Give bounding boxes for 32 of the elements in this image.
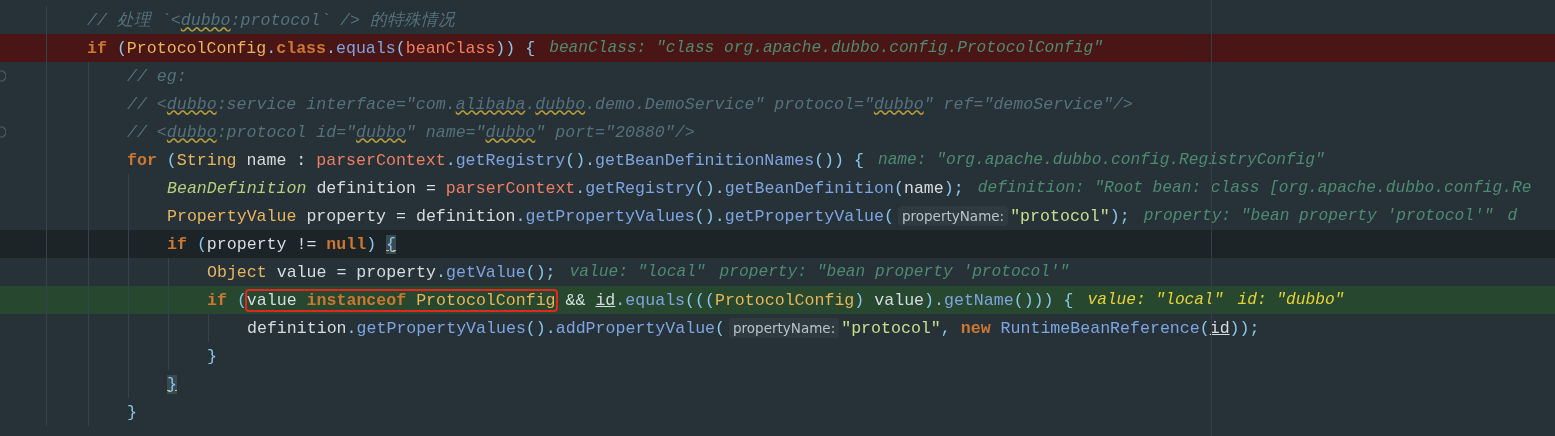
parameter-hint: propertyName: xyxy=(729,318,840,338)
code-text: // <dubbo:protocol id="dubbo" name="dubbo" port="20880"/> xyxy=(127,122,695,142)
debug-value-hint: id: "dubbo" xyxy=(1237,291,1345,309)
debug-value-hint: definition: "Root bean: class [org.apache.dubbo.config.Re xyxy=(977,179,1532,197)
debug-value-hint: name: "org.apache.dubbo.config.RegistryConfig" xyxy=(877,151,1325,169)
debug-value-hint: property: "bean property 'protocol'" xyxy=(1143,207,1494,225)
fold-icon[interactable] xyxy=(0,126,6,138)
code-text: } xyxy=(207,346,217,366)
fold-icon[interactable] xyxy=(0,70,6,82)
code-text: if (property != null) { xyxy=(167,234,397,254)
debug-value-hint: property: "bean property 'protocol'" xyxy=(719,263,1070,281)
code-text: PropertyValue property = definition.getPropertyValues().getPropertyValue( xyxy=(167,206,894,226)
debug-value-hint: beanClass: "class org.apache.dubbo.config.ProtocolConfig" xyxy=(549,39,1103,57)
debug-value-hint: d xyxy=(1507,207,1518,225)
code-text: "protocol"); xyxy=(1010,206,1130,226)
code-text: if ( xyxy=(207,290,247,310)
code-text: } xyxy=(127,402,137,422)
code-text: // eg: xyxy=(127,66,187,86)
code-text: && id.equals(((ProtocolConfig) value).getName())) { xyxy=(564,290,1074,310)
code-text: // 处理 `<dubbo:protocol` /> 的特殊情况 xyxy=(87,10,455,31)
code-text: for (String name : parserContext.getRegistry().getBeanDefinitionNames()) { xyxy=(127,150,864,170)
code-text: Object value = property.getValue(); xyxy=(207,262,556,282)
code-text: if (ProtocolConfig.class.equals(beanClass)) { xyxy=(87,38,536,58)
debug-value-hint: value: "local" xyxy=(1087,291,1224,309)
parameter-hint: propertyName: xyxy=(897,206,1009,226)
code-text: definition.getPropertyValues().addPropertyValue( xyxy=(247,318,726,338)
highlight-box: value instanceof ProtocolConfig xyxy=(246,290,556,310)
debug-value-hint: value: "local" xyxy=(569,263,706,281)
code-text: // <dubbo:service interface="com.alibaba.dubbo.demo.DemoService" protocol="dubbo" ref="demoService"/> xyxy=(127,94,1133,114)
code-text: } xyxy=(167,374,177,394)
code-text: "protocol", new RuntimeBeanReference(id)); xyxy=(841,318,1260,338)
code-text: BeanDefinition definition = parserContext.getRegistry().getBeanDefinition(name); xyxy=(167,178,964,198)
